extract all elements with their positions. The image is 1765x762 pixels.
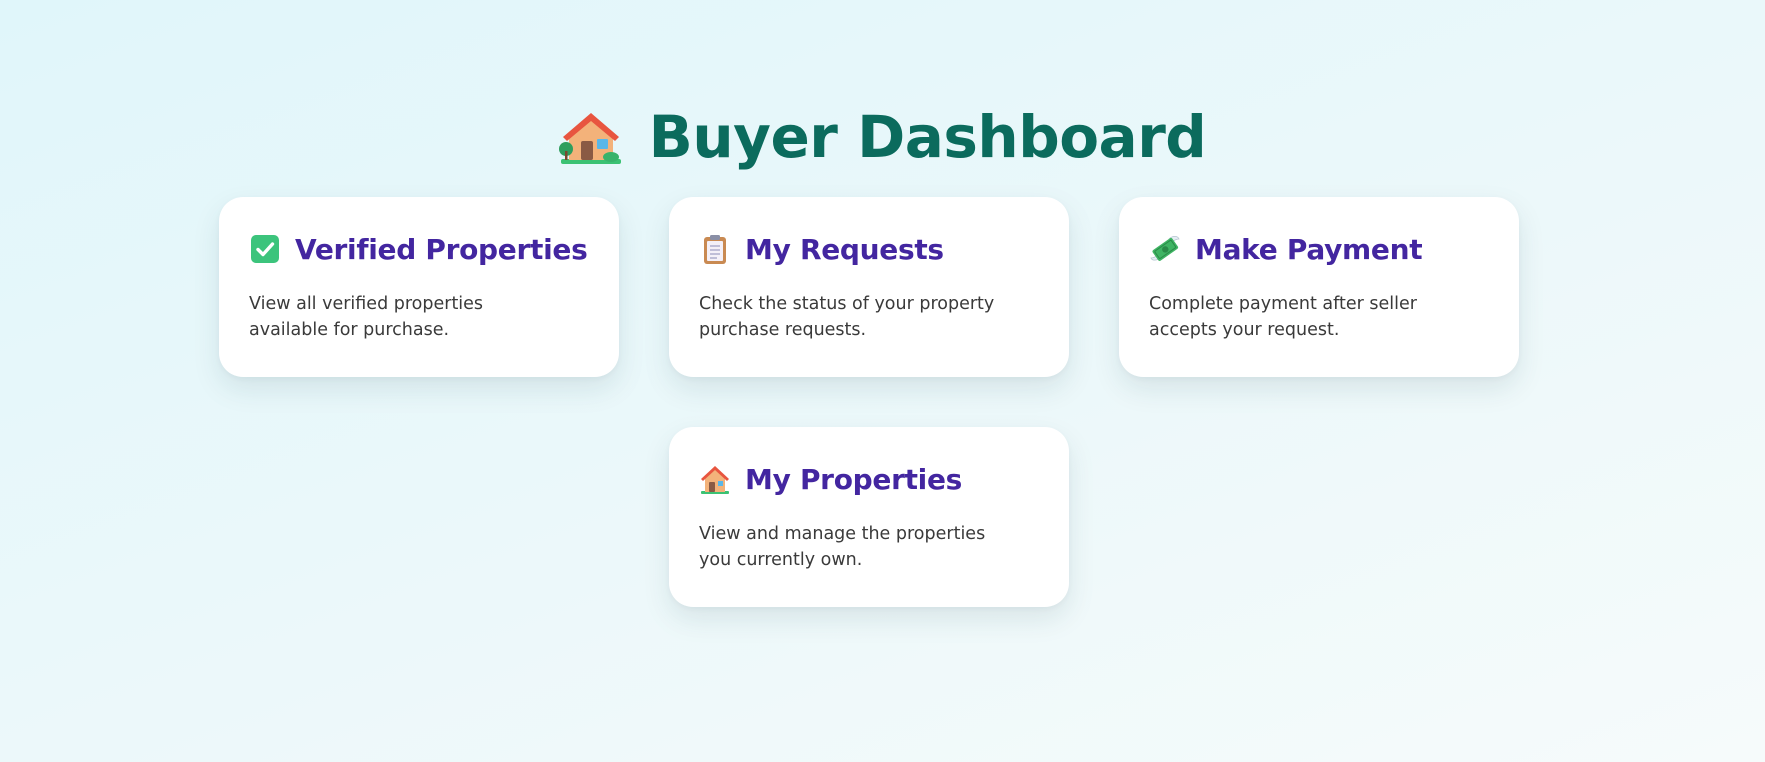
card-title: Verified Properties: [295, 232, 588, 266]
card-make-payment[interactable]: Make Payment Complete payment after sell…: [1119, 197, 1519, 377]
card-my-properties[interactable]: My Properties View and manage the proper…: [669, 427, 1069, 607]
card-title: My Properties: [745, 462, 963, 496]
page-title: Buyer Dashboard: [0, 97, 1765, 185]
clipboard-icon: [699, 233, 731, 265]
card-verified-properties[interactable]: Verified Properties View all verified pr…: [219, 197, 619, 377]
card-title: My Requests: [745, 232, 944, 266]
money-with-wings-icon: [1149, 233, 1181, 265]
card-my-requests[interactable]: My Requests Check the status of your pro…: [669, 197, 1069, 377]
card-description: Complete payment after seller accepts yo…: [1149, 294, 1417, 340]
house-icon: [699, 463, 731, 495]
page-title-text: Buyer Dashboard: [648, 102, 1207, 171]
card-description: View and manage the properties you curre…: [699, 524, 986, 570]
card-description: Check the status of your property purcha…: [699, 294, 995, 340]
house-with-garden-icon: [558, 105, 623, 185]
card-title: Make Payment: [1195, 232, 1423, 266]
card-description: View all verified properties available f…: [249, 294, 484, 340]
check-mark-button-icon: [249, 233, 281, 265]
